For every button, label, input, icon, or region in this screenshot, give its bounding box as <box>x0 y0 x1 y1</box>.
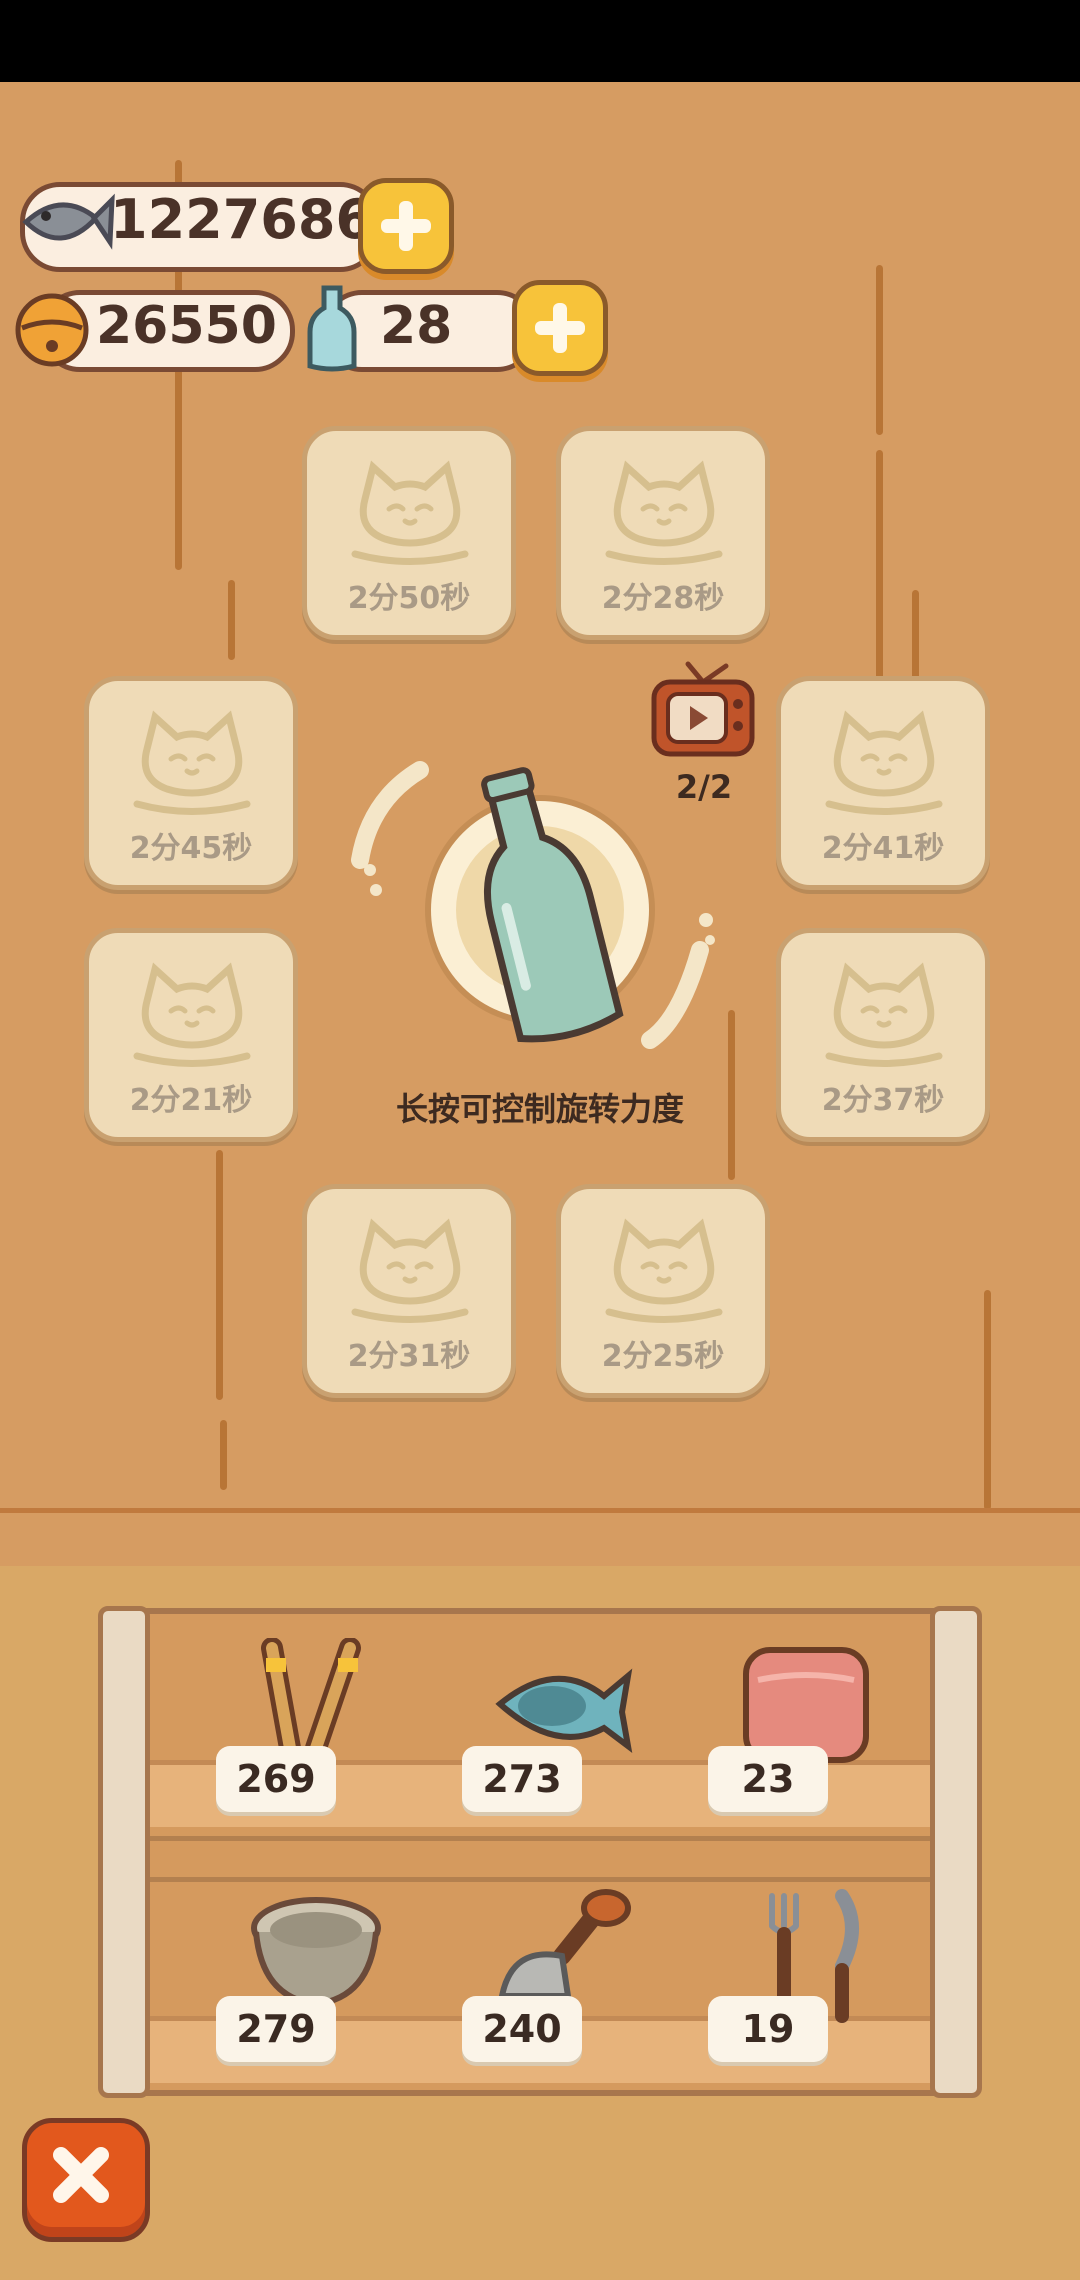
wheel-slot-8[interactable]: 2分25秒 <box>556 1184 770 1398</box>
cat-silhouette-icon <box>133 710 251 815</box>
wheel-slot-4[interactable]: 2分41秒 <box>776 676 990 890</box>
wheel-slot-2[interactable]: 2分28秒 <box>556 426 770 640</box>
add-fish-button[interactable] <box>358 178 454 274</box>
slot-timer: 2分41秒 <box>821 831 945 866</box>
slot-timer: 2分25秒 <box>601 1339 725 1374</box>
wheel-slot-3[interactable]: 2分45秒 <box>84 676 298 890</box>
status-bar <box>0 0 1080 82</box>
shelf-divider <box>150 1836 930 1882</box>
cat-silhouette-icon <box>133 962 251 1067</box>
fish-icon <box>22 193 115 250</box>
bell-amount: 26550 <box>96 296 277 356</box>
bottle-amount: 28 <box>380 296 453 356</box>
close-icon <box>53 2147 109 2203</box>
wall-crack <box>876 265 883 435</box>
cat-silhouette-icon <box>351 460 469 565</box>
item-count: 273 <box>462 1746 582 1812</box>
cat-silhouette-icon <box>605 1218 723 1323</box>
cat-silhouette-icon <box>825 710 943 815</box>
shelf-post-left <box>98 1606 150 2098</box>
cat-silhouette-icon <box>605 460 723 565</box>
slot-timer: 2分28秒 <box>601 581 725 616</box>
wall-crack <box>876 450 883 680</box>
item-count: 19 <box>708 1996 828 2062</box>
item-count: 23 <box>708 1746 828 1812</box>
item-count: 240 <box>462 1996 582 2062</box>
cat-silhouette-icon <box>351 1218 469 1323</box>
shelf-post-right <box>930 1606 982 2098</box>
fish-plate-icon[interactable] <box>486 1650 636 1760</box>
tv-video-icon[interactable] <box>648 660 758 760</box>
spin-bottle-wheel[interactable] <box>330 750 750 1090</box>
item-count: 279 <box>216 1996 336 2062</box>
slot-timer: 2分50秒 <box>347 581 471 616</box>
close-button[interactable] <box>22 2118 150 2242</box>
add-bottle-button[interactable] <box>512 280 608 376</box>
slot-timer: 2分45秒 <box>129 831 253 866</box>
slot-timer: 2分31秒 <box>347 1339 471 1374</box>
wheel-slot-7[interactable]: 2分31秒 <box>302 1184 516 1398</box>
cat-silhouette-icon <box>825 962 943 1067</box>
wall-crack <box>984 1290 991 1510</box>
wall-crack <box>228 580 235 660</box>
wall-crack <box>912 590 919 680</box>
wall-crack <box>220 1420 227 1490</box>
item-count: 269 <box>216 1746 336 1812</box>
wheel-slot-1[interactable]: 2分50秒 <box>302 426 516 640</box>
bottle-icon <box>307 285 357 372</box>
bell-icon <box>15 293 89 367</box>
hold-hint-text: 长按可控制旋转力度 <box>395 1090 684 1128</box>
wall-crack <box>216 1150 223 1400</box>
